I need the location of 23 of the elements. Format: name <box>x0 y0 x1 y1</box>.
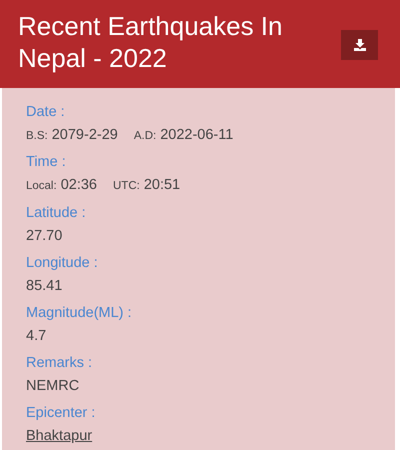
epicenter-link[interactable]: Bhaktapur <box>26 428 92 444</box>
field-value: 2079-2-29 <box>52 126 118 145</box>
field-value: 4.7 <box>26 326 48 346</box>
field-label: Latitude : <box>26 204 87 222</box>
field-label: Magnitude(ML) : <box>26 304 133 322</box>
field-label: Remarks : <box>26 354 94 372</box>
page-title: Recent Earthquakes In Nepal - 2022 <box>18 10 284 74</box>
field-label: Date : <box>26 103 66 122</box>
field-prefix: B.S: <box>26 129 48 144</box>
field-label: Epicenter : <box>26 404 96 422</box>
field-value: 2022-06-11 <box>160 126 234 145</box>
download-icon <box>354 39 366 51</box>
field-value: 85.41 <box>26 276 64 296</box>
field-value: 20:51 <box>144 176 180 196</box>
field-label: Longitude : <box>26 254 99 272</box>
field-prefix: UTC: <box>112 179 140 194</box>
field-prefix: A.D: <box>134 129 156 144</box>
field-value: 02:36 <box>60 176 97 196</box>
field-value: NEMRC <box>26 376 80 396</box>
field-label: Time : <box>26 153 67 172</box>
field-value: 27.70 <box>26 226 64 246</box>
field-prefix: Local: <box>26 179 57 194</box>
download-button[interactable] <box>341 30 378 60</box>
